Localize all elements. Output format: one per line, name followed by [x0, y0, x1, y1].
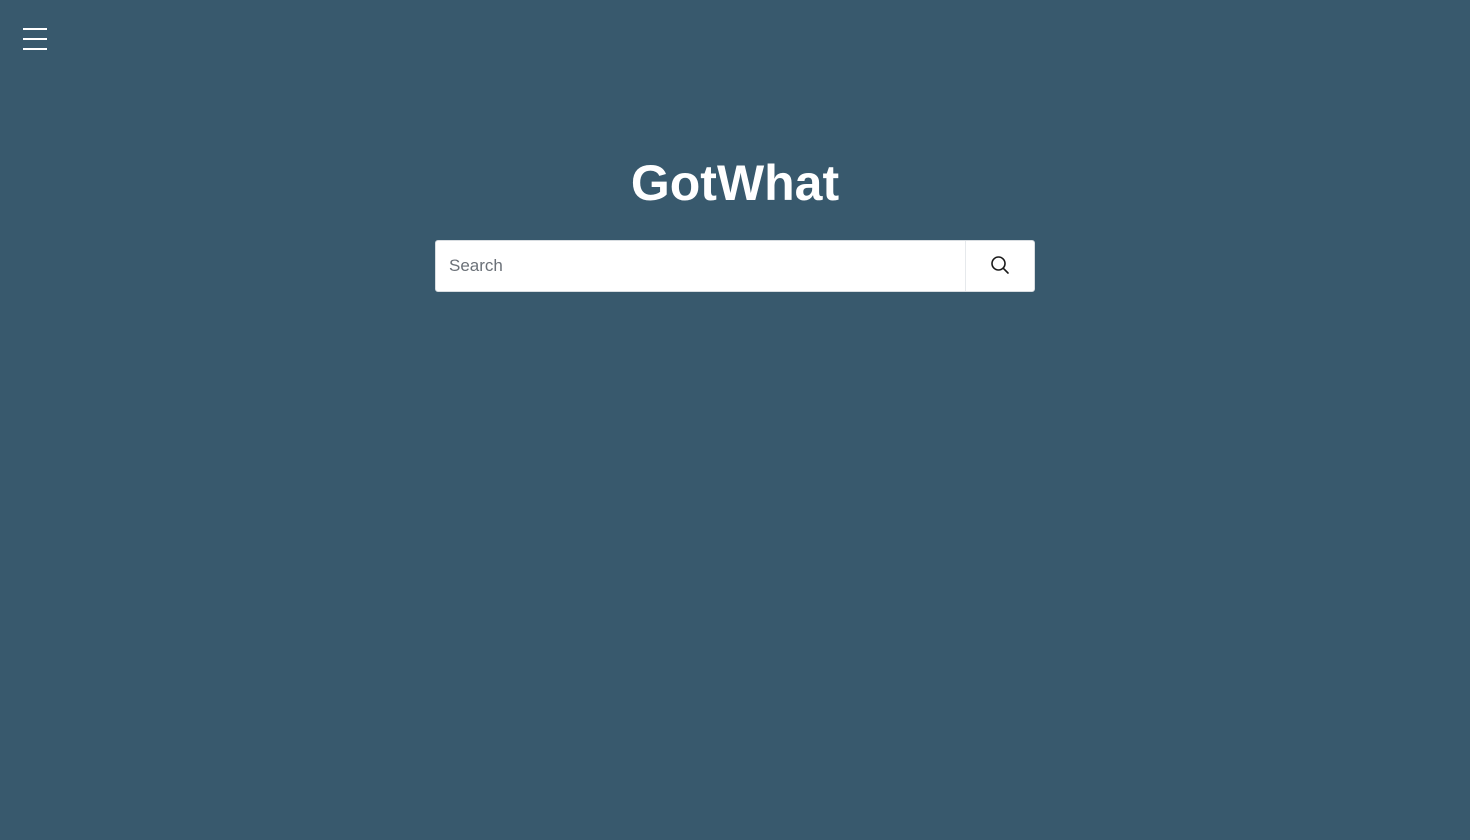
page-title: GotWhat: [630, 155, 840, 211]
hamburger-menu-icon: [23, 28, 47, 50]
search-icon: [990, 255, 1010, 278]
search-bar: [435, 240, 1035, 292]
menu-button[interactable]: [23, 28, 47, 50]
search-button[interactable]: [965, 241, 1034, 291]
search-input[interactable]: [436, 241, 965, 291]
